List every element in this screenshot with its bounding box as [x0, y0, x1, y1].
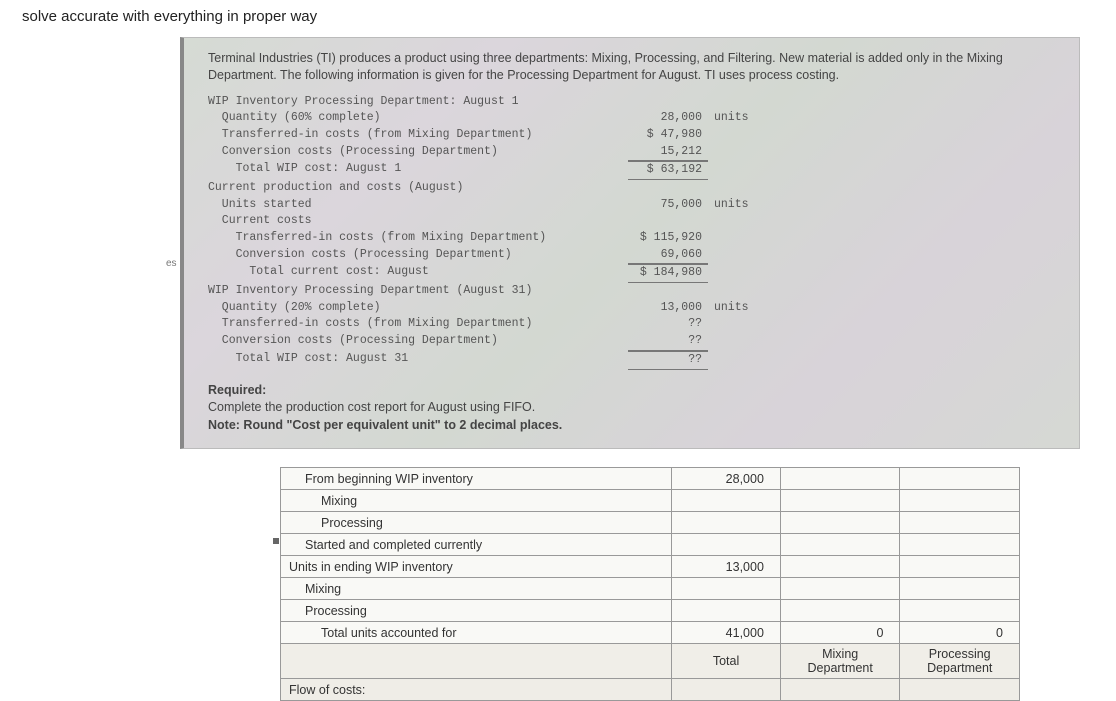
- cell-desc[interactable]: Total units accounted for: [281, 622, 672, 644]
- table-row[interactable]: From beginning WIP inventory 28,000: [281, 468, 1020, 490]
- cell-empty: [281, 644, 672, 679]
- cell-empty[interactable]: [900, 490, 1020, 512]
- cell-empty[interactable]: [780, 600, 900, 622]
- problem-panel: es Terminal Industries (TI) produces a p…: [180, 37, 1080, 449]
- r5-val: 75,000: [628, 197, 708, 214]
- r1-unit: units: [708, 110, 768, 127]
- cell-val[interactable]: 28,000: [672, 468, 781, 490]
- cell-desc[interactable]: Mixing: [281, 578, 672, 600]
- req-title: Required:: [208, 383, 266, 397]
- cell-empty[interactable]: [780, 556, 900, 578]
- r2-label: Transferred-in costs (from Mixing Depart…: [208, 127, 628, 144]
- h2: Current production and costs (August): [208, 180, 628, 197]
- cell-desc[interactable]: Started and completed currently: [281, 534, 672, 556]
- r6-label: Current costs: [208, 213, 628, 230]
- table-row[interactable]: Flow of costs:: [281, 679, 1020, 701]
- cell-val[interactable]: 13,000: [672, 556, 781, 578]
- cell-empty[interactable]: [780, 512, 900, 534]
- r1-val: 28,000: [628, 110, 708, 127]
- cell-desc[interactable]: Processing: [281, 512, 672, 534]
- h3: WIP Inventory Processing Department (Aug…: [208, 283, 628, 300]
- required-block: Required: Complete the production cost r…: [208, 382, 1061, 435]
- header-row: Total Mixing Department Processing Depar…: [281, 644, 1020, 679]
- cell-empty[interactable]: [780, 490, 900, 512]
- cell-empty[interactable]: [672, 600, 781, 622]
- side-tab: es: [166, 258, 177, 269]
- cell-val[interactable]: 0: [780, 622, 900, 644]
- r7-label: Transferred-in costs (from Mixing Depart…: [208, 230, 628, 247]
- r1-label: Quantity (60% complete): [208, 110, 628, 127]
- cell-empty[interactable]: [900, 534, 1020, 556]
- worksheet-table[interactable]: From beginning WIP inventory 28,000 Mixi…: [280, 467, 1020, 701]
- table-row[interactable]: Processing: [281, 600, 1020, 622]
- r13-val: ??: [628, 351, 708, 370]
- cell-empty[interactable]: [900, 556, 1020, 578]
- cell-empty[interactable]: [780, 468, 900, 490]
- table-row[interactable]: Units in ending WIP inventory 13,000: [281, 556, 1020, 578]
- h1: WIP Inventory Processing Department: Aug…: [208, 94, 628, 111]
- r9-label: Total current cost: August: [208, 264, 628, 283]
- cell-empty[interactable]: [900, 468, 1020, 490]
- r5-unit: units: [708, 197, 768, 214]
- r8-label: Conversion costs (Processing Department): [208, 247, 628, 265]
- data-block: WIP Inventory Processing Department: Aug…: [208, 94, 1061, 370]
- cell-empty[interactable]: [900, 578, 1020, 600]
- cell-empty[interactable]: [900, 679, 1020, 701]
- cell-flow[interactable]: Flow of costs:: [281, 679, 672, 701]
- req-note: Note: Round "Cost per equivalent unit" t…: [208, 418, 562, 432]
- cell-val[interactable]: 41,000: [672, 622, 781, 644]
- r4-val: $ 63,192: [628, 161, 708, 180]
- cell-empty[interactable]: [672, 679, 781, 701]
- cell-desc[interactable]: Units in ending WIP inventory: [281, 556, 672, 578]
- table-row[interactable]: Total units accounted for 41,000 0 0: [281, 622, 1020, 644]
- cell-val[interactable]: 0: [900, 622, 1020, 644]
- cell-empty[interactable]: [672, 512, 781, 534]
- instruction-text: solve accurate with everything in proper…: [0, 0, 1116, 37]
- r10-val: 13,000: [628, 300, 708, 317]
- req-line: Complete the production cost report for …: [208, 400, 535, 414]
- cell-empty[interactable]: [780, 679, 900, 701]
- r4-label: Total WIP cost: August 1: [208, 161, 628, 180]
- cell-desc[interactable]: Mixing: [281, 490, 672, 512]
- r10-unit: units: [708, 300, 768, 317]
- cell-empty[interactable]: [780, 534, 900, 556]
- cell-empty[interactable]: [672, 578, 781, 600]
- hdr-total: Total: [672, 644, 781, 679]
- r11-label: Transferred-in costs (from Mixing Depart…: [208, 316, 628, 333]
- table-row[interactable]: Started and completed currently: [281, 534, 1020, 556]
- r9-val: $ 184,980: [628, 264, 708, 283]
- hdr-proc: Processing Department: [900, 644, 1020, 679]
- r2-val: $ 47,980: [628, 127, 708, 144]
- cell-desc[interactable]: Processing: [281, 600, 672, 622]
- table-row[interactable]: Processing: [281, 512, 1020, 534]
- r7-val: $ 115,920: [628, 230, 708, 247]
- hdr-mix: Mixing Department: [780, 644, 900, 679]
- intro-text: Terminal Industries (TI) produces a prod…: [208, 50, 1061, 84]
- r11-val: ??: [628, 316, 708, 333]
- r12-val: ??: [628, 333, 708, 351]
- table-row[interactable]: Mixing: [281, 578, 1020, 600]
- table-row[interactable]: Mixing: [281, 490, 1020, 512]
- cell-empty[interactable]: [900, 512, 1020, 534]
- cell-empty[interactable]: [672, 534, 781, 556]
- cell-desc[interactable]: From beginning WIP inventory: [281, 468, 672, 490]
- cell-empty[interactable]: [900, 600, 1020, 622]
- cell-empty[interactable]: [672, 490, 781, 512]
- r13-label: Total WIP cost: August 31: [208, 351, 628, 370]
- r5-label: Units started: [208, 197, 628, 214]
- r12-label: Conversion costs (Processing Department): [208, 333, 628, 351]
- r8-val: 69,060: [628, 247, 708, 265]
- r10-label: Quantity (20% complete): [208, 300, 628, 317]
- r3-val: 15,212: [628, 144, 708, 162]
- cell-empty[interactable]: [780, 578, 900, 600]
- r3-label: Conversion costs (Processing Department): [208, 144, 628, 162]
- worksheet: From beginning WIP inventory 28,000 Mixi…: [280, 467, 1020, 701]
